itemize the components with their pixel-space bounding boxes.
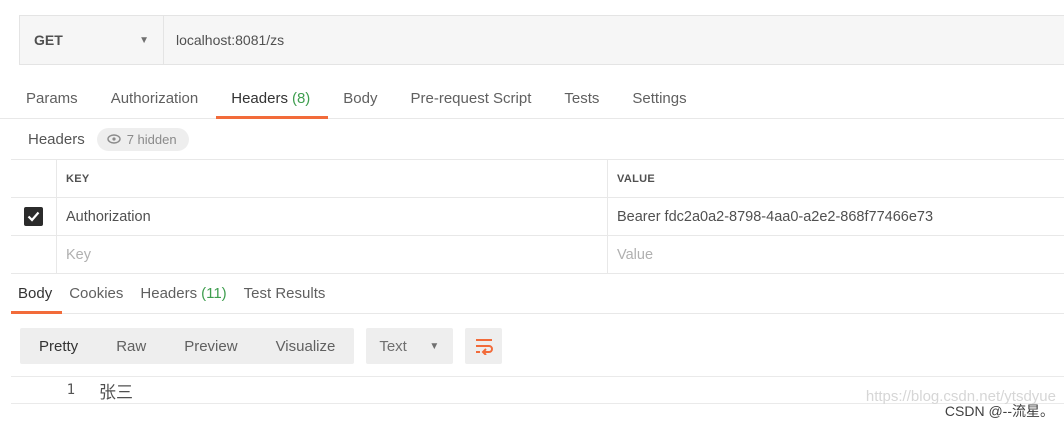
table-header-row: KEY VALUE [11, 160, 1064, 198]
response-tab-headers[interactable]: Headers (11) [133, 274, 236, 313]
tab-label: Tests [564, 89, 600, 107]
header-key-cell[interactable]: Authorization [57, 198, 608, 235]
preview-button[interactable]: Preview [165, 328, 256, 364]
tab-authorization[interactable]: Authorization [96, 78, 217, 118]
response-format-toolbar: Pretty Raw Preview Visualize Text ▼ [20, 328, 503, 364]
tab-label: Body [343, 89, 378, 107]
headers-label: Headers [28, 130, 85, 148]
raw-button[interactable]: Raw [97, 328, 165, 364]
format-type-label: Text [379, 337, 407, 355]
header-enabled-checkbox[interactable] [24, 207, 43, 226]
row-check-cell [11, 236, 57, 273]
header-value: Bearer fdc2a0a2-8798-4aa0-a2e2-868f77466… [617, 208, 934, 225]
tab-label: Headers [231, 89, 288, 107]
headers-table: KEY VALUE Authorization Bearer fdc2a0a2-… [11, 159, 1064, 274]
line-number: 1 [66, 382, 75, 398]
header-value-cell[interactable]: Bearer fdc2a0a2-8798-4aa0-a2e2-868f77466… [608, 198, 1064, 235]
tab-label: Pre-request Script [410, 89, 532, 107]
tab-body[interactable]: Body [328, 78, 395, 118]
format-type-select[interactable]: Text ▼ [366, 328, 454, 364]
response-tab-body[interactable]: Body [11, 274, 63, 314]
visualize-button[interactable]: Visualize [257, 328, 355, 364]
view-mode-group: Pretty Raw Preview Visualize [20, 328, 355, 364]
eye-icon [107, 134, 121, 144]
pretty-button[interactable]: Pretty [20, 328, 97, 364]
chevron-down-icon: ▼ [429, 340, 440, 352]
tab-count: (11) [201, 285, 227, 302]
value-column-header: VALUE [617, 172, 655, 185]
new-value-input[interactable]: Value [608, 236, 1064, 273]
value-placeholder: Value [617, 246, 654, 263]
table-header-check-cell [11, 160, 57, 197]
wrap-lines-icon [475, 339, 493, 355]
credit-text: CSDN @--流星。 [944, 403, 1054, 419]
tab-count: (8) [291, 89, 311, 107]
key-placeholder: Key [66, 246, 91, 263]
tab-headers[interactable]: Headers (8) [216, 78, 329, 119]
key-column-header: KEY [57, 160, 608, 197]
response-body-text: 张三 [99, 382, 133, 403]
new-key-input[interactable]: Key [57, 236, 608, 273]
tab-pre-request-script[interactable]: Pre-request Script [396, 78, 550, 118]
tab-label: Headers [140, 285, 198, 302]
request-tabs: Params Authorization Headers (8) Body Pre… [0, 78, 1064, 119]
response-tab-cookies[interactable]: Cookies [62, 274, 133, 313]
table-row-new: Key Value [11, 236, 1064, 274]
response-tab-test-results[interactable]: Test Results [237, 274, 336, 313]
header-key: Authorization [66, 208, 151, 225]
hidden-headers-toggle[interactable]: 7 hidden [96, 127, 189, 151]
url-bar: GET ▼ [19, 15, 1064, 65]
method-label: GET [34, 32, 63, 48]
wrap-lines-button[interactable] [465, 328, 503, 364]
hidden-count-label: 7 hidden [126, 131, 177, 147]
tab-tests[interactable]: Tests [549, 78, 617, 118]
response-tabs: Body Cookies Headers (11) Test Results [11, 274, 1064, 314]
tab-settings[interactable]: Settings [617, 78, 704, 118]
tab-label: Test Results [243, 285, 326, 302]
headers-section-header: Headers 7 hidden [28, 127, 189, 151]
tab-label: Authorization [110, 89, 199, 107]
tab-label: Body [18, 285, 53, 302]
tab-params[interactable]: Params [11, 78, 96, 118]
tab-label: Params [26, 89, 78, 107]
table-row: Authorization Bearer fdc2a0a2-8798-4aa0-… [11, 198, 1064, 236]
tab-label: Settings [632, 89, 687, 107]
tab-label: Cookies [69, 285, 124, 302]
method-select[interactable]: GET ▼ [20, 16, 164, 64]
row-check-cell [11, 198, 57, 235]
chevron-down-icon: ▼ [139, 34, 149, 46]
checkmark-icon [27, 211, 40, 222]
url-input[interactable] [164, 16, 1064, 64]
